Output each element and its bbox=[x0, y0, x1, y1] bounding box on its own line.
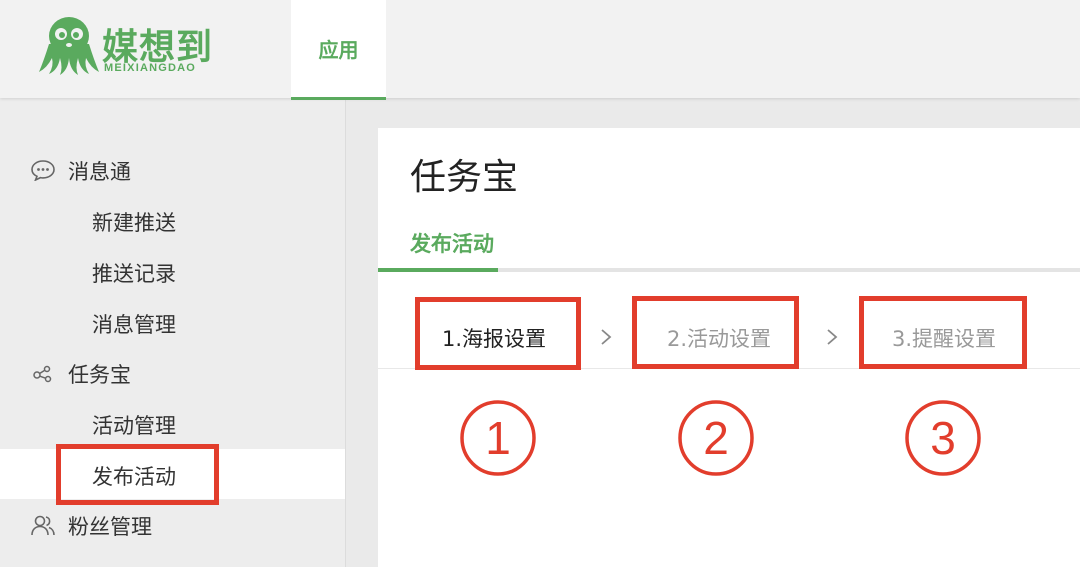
sidebar-item-push-history[interactable]: 推送记录 bbox=[0, 246, 345, 296]
annotation-box-sidebar bbox=[56, 444, 219, 505]
circled-number-2: 2 bbox=[678, 400, 754, 476]
tab-apps[interactable]: 应用 bbox=[291, 0, 386, 100]
annotation-box-step-3 bbox=[859, 296, 1027, 369]
chevron-right-icon bbox=[827, 329, 838, 345]
logo[interactable]: 媒想到 MEIXIANGDAO bbox=[38, 14, 228, 78]
chevron-right-icon bbox=[601, 329, 612, 345]
sidebar-group-label: 粉丝管理 bbox=[68, 515, 152, 539]
sidebar-group-fans[interactable]: 粉丝管理 bbox=[0, 499, 345, 549]
sidebar-group-label: 任务宝 bbox=[68, 363, 131, 387]
circled-number-text: 2 bbox=[703, 412, 729, 464]
page-title: 任务宝 bbox=[410, 157, 519, 198]
sidebar-item-message-management[interactable]: 消息管理 bbox=[0, 297, 345, 347]
users-icon bbox=[31, 515, 55, 536]
tab-apps-label: 应用 bbox=[318, 38, 359, 62]
chat-bubble-icon bbox=[31, 160, 55, 181]
top-bar: 媒想到 MEIXIANGDAO 应用 bbox=[0, 0, 1080, 100]
circled-number-text: 3 bbox=[930, 412, 956, 464]
sidebar-item-label: 推送记录 bbox=[92, 262, 176, 286]
circled-number-3: 3 bbox=[905, 400, 981, 476]
circled-number-1: 1 bbox=[460, 400, 536, 476]
annotation-box-step-2 bbox=[632, 296, 799, 369]
sidebar-group-task[interactable]: 任务宝 bbox=[0, 347, 345, 397]
tab-active-indicator bbox=[378, 268, 498, 272]
logo-subtitle: MEIXIANGDAO bbox=[104, 62, 197, 74]
share-nodes-icon bbox=[33, 365, 52, 383]
sidebar-group-label: 消息通 bbox=[68, 160, 131, 184]
sidebar-item-label: 新建推送 bbox=[92, 211, 176, 235]
sidebar-item-label: 活动管理 bbox=[92, 414, 176, 438]
circled-number-text: 1 bbox=[485, 412, 511, 464]
sidebar-item-activity-management[interactable]: 活动管理 bbox=[0, 398, 345, 448]
octopus-logo-icon bbox=[39, 17, 99, 75]
sidebar-item-new-push[interactable]: 新建推送 bbox=[0, 195, 345, 245]
tab-publish-activity[interactable]: 发布活动 bbox=[410, 228, 494, 258]
sidebar-group-messaging[interactable]: 消息通 bbox=[0, 144, 345, 194]
sidebar-item-label: 消息管理 bbox=[92, 313, 176, 337]
annotation-box-step-1 bbox=[415, 297, 581, 370]
